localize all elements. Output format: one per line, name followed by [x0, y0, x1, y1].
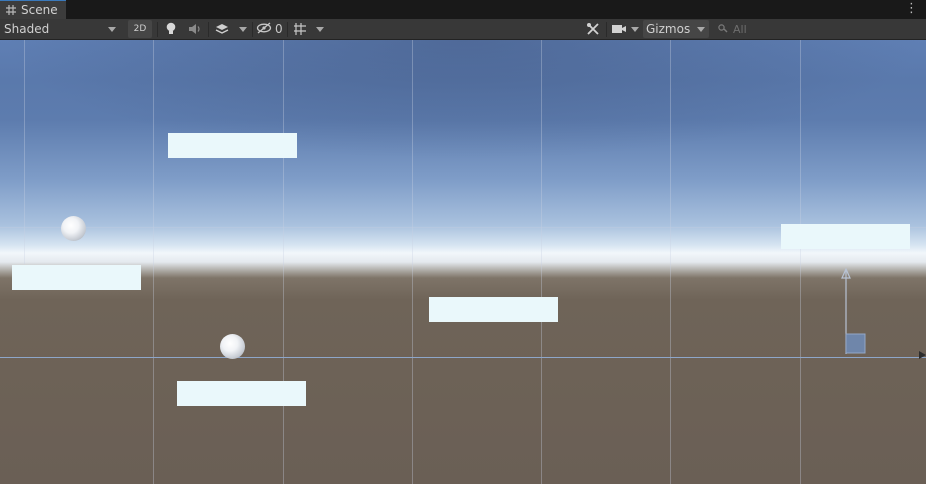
scene-grid-icon — [6, 5, 16, 15]
effects-dropdown[interactable] — [238, 20, 248, 38]
hidden-count: 0 — [275, 22, 283, 36]
tools-toggle[interactable] — [583, 20, 603, 38]
arrow-right-icon — [919, 351, 926, 359]
chevron-down-icon — [631, 26, 639, 32]
platform[interactable] — [168, 133, 297, 158]
draw-mode-label: Shaded — [4, 22, 50, 36]
grid-line — [541, 40, 542, 484]
grid-line — [283, 40, 284, 484]
effects-toggle[interactable] — [212, 20, 232, 38]
draw-mode-dropdown[interactable]: Shaded — [0, 20, 122, 38]
eye-slash-icon — [256, 22, 272, 37]
tools-icon — [586, 22, 600, 36]
kebab-menu-icon[interactable]: ⋮ — [905, 2, 918, 16]
effects-stack-icon — [215, 23, 229, 35]
chevron-down-icon — [239, 26, 247, 32]
chevron-down-icon — [316, 26, 324, 32]
ground-line — [0, 357, 926, 358]
scene-visibility-toggle[interactable]: 0 — [256, 20, 286, 38]
tab-title: Scene — [21, 3, 58, 17]
ball[interactable] — [220, 334, 245, 359]
grid-line — [800, 40, 801, 484]
toolbar-divider — [287, 22, 288, 37]
toolbar-divider — [252, 22, 253, 37]
search-placeholder: All — [733, 22, 747, 36]
scene-viewport[interactable] — [0, 40, 926, 484]
platform[interactable] — [177, 381, 306, 406]
grid-line — [670, 40, 671, 484]
camera-dropdown[interactable] — [630, 20, 640, 38]
toolbar-divider — [208, 22, 209, 37]
platform[interactable] — [429, 297, 558, 322]
pivot-gizmo[interactable] — [826, 267, 886, 358]
toolbar-divider — [157, 22, 158, 37]
gizmos-label: Gizmos — [646, 22, 691, 36]
tab-bar: Scene ⋮ — [0, 0, 926, 19]
toggle-2d-button[interactable]: 2D — [128, 20, 152, 38]
camera-settings-button[interactable] — [609, 20, 629, 38]
grid-snap-icon — [293, 22, 307, 36]
grid-line — [412, 40, 413, 484]
search-field[interactable]: All — [718, 20, 808, 38]
audio-toggle[interactable] — [185, 20, 205, 38]
toolbar-divider — [606, 22, 607, 37]
grid-line — [24, 40, 25, 264]
grid-dropdown[interactable] — [315, 20, 325, 38]
speaker-icon — [188, 23, 202, 35]
lightbulb-icon — [165, 22, 177, 36]
search-icon — [718, 23, 729, 36]
grid-line — [153, 40, 154, 484]
camera-icon — [611, 23, 627, 35]
ball[interactable] — [61, 216, 86, 241]
platform[interactable] — [12, 265, 141, 290]
scene-toolbar: Shaded 2D 0 Gizmos All — [0, 19, 926, 40]
chevron-down-icon — [108, 27, 116, 32]
gizmos-dropdown[interactable]: Gizmos — [643, 20, 709, 38]
chevron-down-icon — [697, 27, 705, 32]
grid-toggle[interactable] — [290, 20, 310, 38]
lighting-toggle[interactable] — [161, 20, 181, 38]
platform[interactable] — [781, 224, 910, 249]
tab-scene[interactable]: Scene — [0, 0, 66, 19]
sky-haze — [0, 40, 926, 160]
